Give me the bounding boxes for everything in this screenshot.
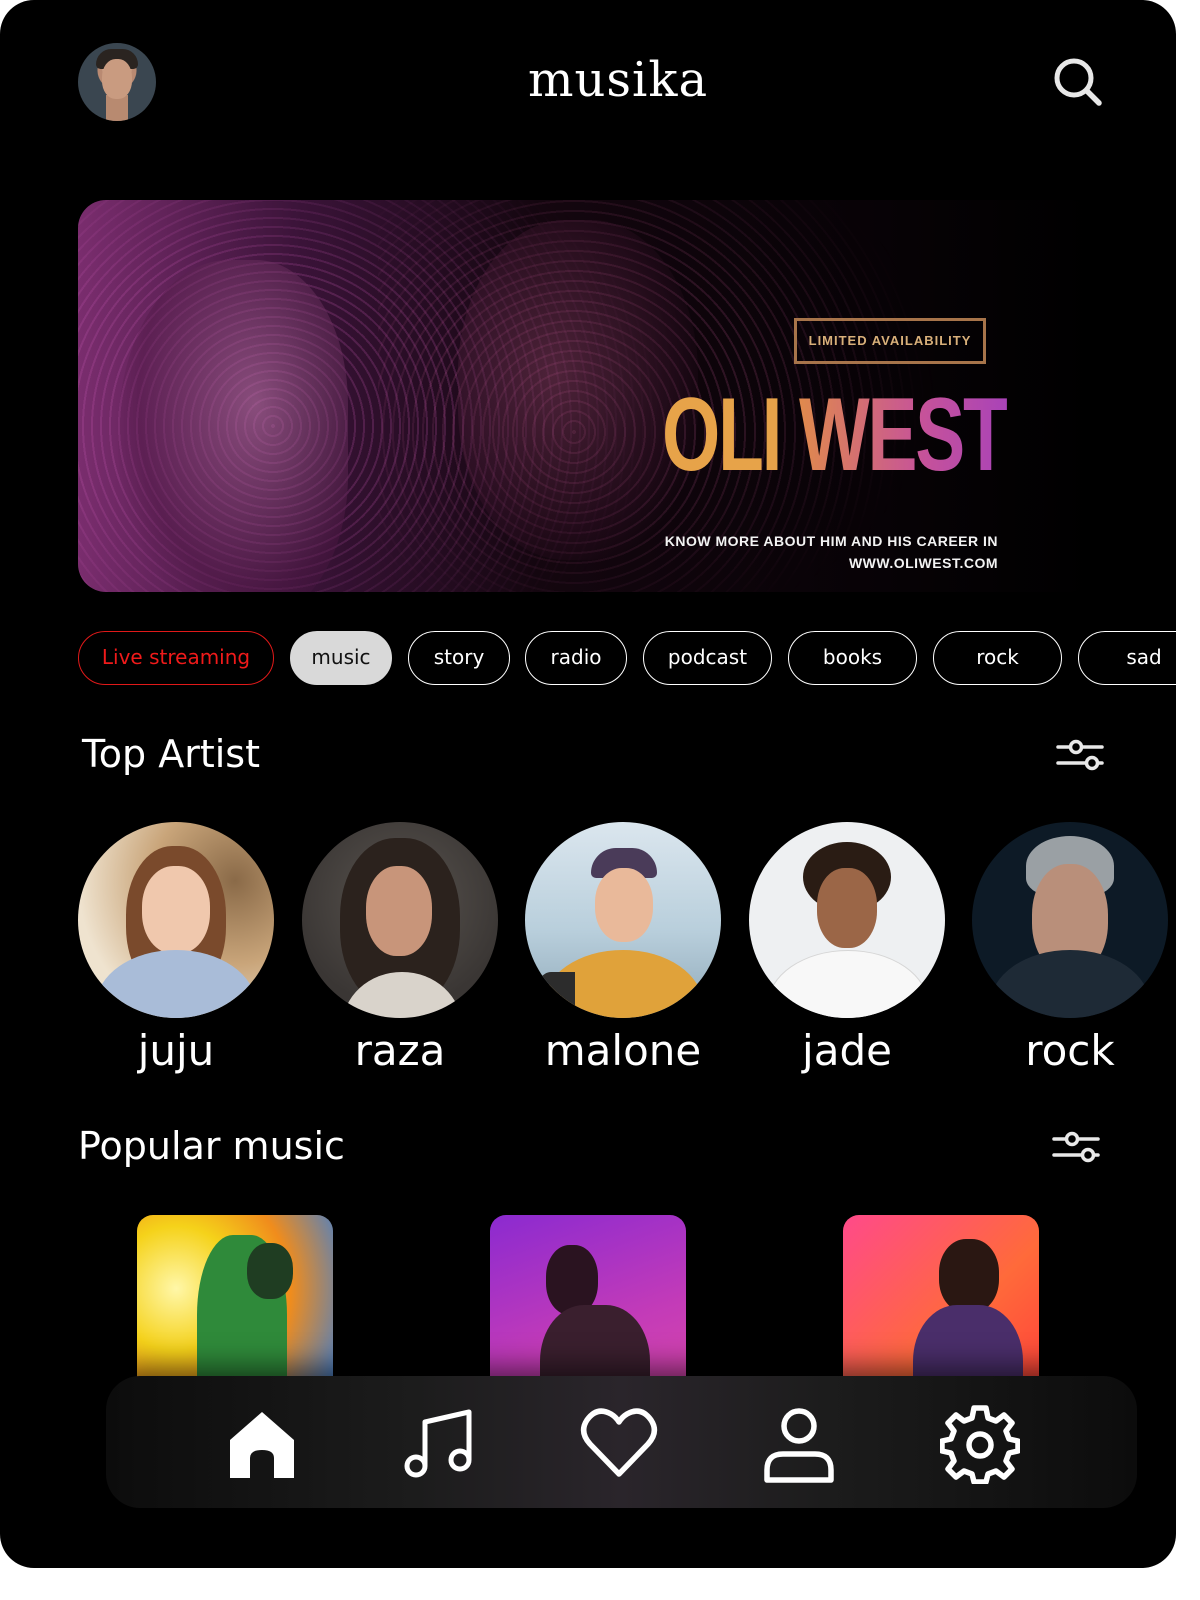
featured-banner[interactable]: LIMITED AVAILABILITY OLI WEST KNOW MORE … bbox=[78, 200, 1098, 592]
artist-photo bbox=[972, 822, 1168, 1018]
banner-headline: OLI WEST bbox=[662, 376, 1009, 495]
nav-favorites-button[interactable] bbox=[579, 1404, 659, 1484]
artist-photo bbox=[302, 822, 498, 1018]
top-artist-title: Top Artist bbox=[82, 732, 260, 776]
chip-radio[interactable]: radio bbox=[525, 631, 627, 685]
nav-profile-button[interactable] bbox=[759, 1404, 839, 1484]
banner-headline-second: WEST bbox=[798, 377, 1009, 493]
search-button[interactable] bbox=[1052, 56, 1104, 108]
popular-music-title: Popular music bbox=[78, 1124, 345, 1168]
artist-photo bbox=[749, 822, 945, 1018]
top-artist-filter-button[interactable] bbox=[1056, 737, 1104, 773]
home-icon bbox=[230, 1412, 294, 1478]
banner-tagline-line1: KNOW MORE ABOUT HIM AND HIS CAREER IN bbox=[664, 533, 998, 549]
nav-home-button[interactable] bbox=[222, 1404, 302, 1484]
chip-sad[interactable]: sad bbox=[1078, 631, 1176, 685]
artist-name: rock bbox=[1025, 1026, 1115, 1075]
chip-story[interactable]: story bbox=[408, 631, 510, 685]
nav-settings-button[interactable] bbox=[939, 1404, 1021, 1485]
nav-music-button[interactable] bbox=[400, 1404, 480, 1484]
artist-name: jade bbox=[802, 1026, 892, 1075]
chip-music[interactable]: music bbox=[290, 631, 392, 685]
sliders-icon bbox=[1052, 1131, 1100, 1163]
user-icon bbox=[764, 1408, 834, 1483]
sliders-icon bbox=[1056, 739, 1104, 771]
banner-tagline: KNOW MORE ABOUT HIM AND HIS CAREER IN WW… bbox=[638, 530, 998, 574]
popular-music-filter-button[interactable] bbox=[1052, 1129, 1100, 1165]
artist-name: malone bbox=[544, 1026, 702, 1075]
artist-card-juju[interactable]: juju bbox=[78, 822, 274, 1076]
chip-books[interactable]: books bbox=[788, 631, 917, 685]
heart-icon bbox=[580, 1408, 658, 1477]
chip-podcast[interactable]: podcast bbox=[643, 631, 772, 685]
artist-name: juju bbox=[137, 1026, 215, 1075]
banner-tagline-url: WWW.OLIWEST.COM bbox=[848, 555, 998, 571]
artist-card-raza[interactable]: raza bbox=[302, 822, 498, 1076]
artist-card-malone[interactable]: malone bbox=[525, 822, 721, 1076]
chip-live-streaming[interactable]: Live streaming bbox=[78, 631, 274, 685]
music-note-icon bbox=[404, 1409, 472, 1478]
artist-card-jade[interactable]: jade bbox=[749, 822, 945, 1076]
artist-photo bbox=[78, 822, 274, 1018]
artist-photo bbox=[525, 822, 721, 1018]
artist-name: raza bbox=[354, 1026, 446, 1075]
chip-rock[interactable]: rock bbox=[933, 631, 1062, 685]
banner-artist-image bbox=[118, 260, 348, 592]
app-screen: musika LIMITED AVAILABILITY OLI WEST KNO… bbox=[0, 0, 1176, 1568]
artist-card-rock[interactable]: rock bbox=[972, 822, 1168, 1076]
search-icon bbox=[1054, 58, 1102, 106]
banner-badge: LIMITED AVAILABILITY bbox=[794, 318, 986, 364]
gear-icon bbox=[939, 1405, 1021, 1485]
banner-headline-first: OLI bbox=[662, 377, 782, 493]
app-title: musika bbox=[527, 52, 709, 108]
bottom-nav bbox=[106, 1376, 1137, 1508]
